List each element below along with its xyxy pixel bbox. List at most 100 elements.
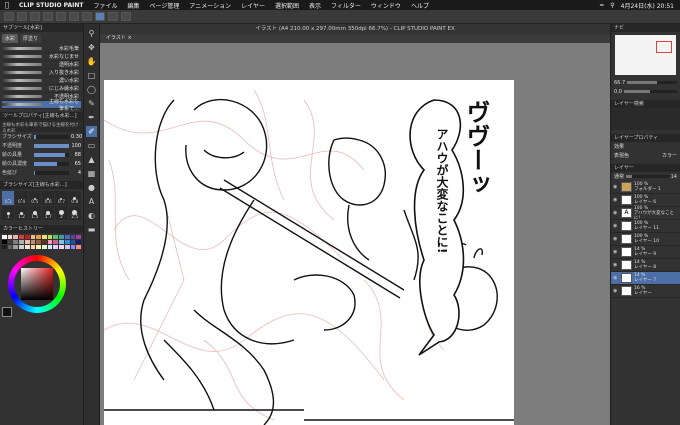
brush-item[interactable]: にじみ縁水彩 bbox=[2, 85, 81, 93]
gradient-icon[interactable]: ▦ bbox=[86, 168, 97, 179]
brush-size-option[interactable]: 0.7 bbox=[55, 191, 68, 205]
apple-icon[interactable]:  bbox=[0, 1, 14, 9]
menu-filter[interactable]: フィルター bbox=[326, 1, 366, 10]
prop-brush-size[interactable]: ブラシサイズ 0.30 bbox=[0, 132, 83, 141]
clock[interactable]: 4月24日(水) 20:51 bbox=[621, 1, 674, 10]
nav-angle-row[interactable]: 0.0 bbox=[611, 87, 680, 96]
move-icon[interactable]: ✥ bbox=[86, 42, 97, 53]
figure-icon[interactable]: ● bbox=[86, 182, 97, 193]
color-swatch[interactable] bbox=[64, 245, 70, 249]
layer-row[interactable]: ◉ A 100 % アハウが大変なことに! bbox=[611, 206, 680, 221]
pen-icon[interactable]: ✒ bbox=[86, 112, 97, 123]
main-color-swatch[interactable] bbox=[2, 307, 12, 317]
color-swatch[interactable] bbox=[36, 240, 41, 244]
brush-item[interactable]: 透明水彩 bbox=[2, 61, 81, 69]
layer-row[interactable]: ◉ 100 % レイヤー 11 bbox=[611, 220, 680, 233]
lasso-icon[interactable]: ◯ bbox=[86, 84, 97, 95]
brush-size-option[interactable]: 0.5 bbox=[28, 191, 41, 205]
menu-page[interactable]: ページ管理 bbox=[145, 1, 185, 10]
undo-button[interactable] bbox=[43, 12, 53, 21]
layer-search-box[interactable] bbox=[611, 108, 680, 130]
transform-button[interactable] bbox=[82, 12, 92, 21]
ruler-icon[interactable]: ▬ bbox=[86, 224, 97, 235]
brush-size-option[interactable]: 0.4 bbox=[15, 191, 28, 205]
save-button[interactable] bbox=[30, 12, 40, 21]
color-swatch[interactable] bbox=[47, 245, 53, 249]
brush-item[interactable]: 水彩毛筆 bbox=[2, 45, 81, 53]
color-swatch[interactable] bbox=[30, 245, 36, 249]
brush-item-selected[interactable]: 主線も水彩も筆系で… bbox=[2, 99, 81, 112]
color-swatch[interactable] bbox=[76, 240, 81, 244]
color-swatch[interactable] bbox=[47, 240, 53, 244]
color-swatch[interactable] bbox=[24, 240, 30, 244]
color-swatch[interactable] bbox=[36, 245, 41, 249]
color-swatch[interactable] bbox=[30, 240, 36, 244]
menu-window[interactable]: ウィンドウ bbox=[366, 1, 406, 10]
subtab-watercolor[interactable]: 水彩 bbox=[2, 34, 19, 43]
color-swatch[interactable] bbox=[53, 235, 59, 239]
text-icon[interactable]: A bbox=[86, 196, 97, 207]
color-swatch[interactable] bbox=[30, 235, 36, 239]
canvas-tab[interactable]: イラスト × bbox=[100, 34, 610, 43]
color-swatch[interactable] bbox=[53, 240, 59, 244]
nav-zoom-row[interactable]: 66.7 bbox=[611, 78, 680, 87]
color-swatch[interactable] bbox=[53, 245, 59, 249]
color-swatch[interactable] bbox=[59, 245, 64, 249]
redo-button[interactable] bbox=[56, 12, 66, 21]
brush-size-option[interactable]: 1.7 bbox=[41, 206, 55, 220]
saturation-value-square[interactable] bbox=[21, 268, 53, 300]
color-swatch[interactable] bbox=[76, 235, 81, 239]
color-swatch[interactable] bbox=[59, 240, 64, 244]
hand-icon[interactable]: ✋ bbox=[86, 56, 97, 67]
color-swatch[interactable] bbox=[2, 240, 7, 244]
layer-row[interactable]: ◉ 14 % レイヤー 8 bbox=[611, 259, 680, 272]
color-swatch[interactable] bbox=[64, 235, 70, 239]
menu-file[interactable]: ファイル bbox=[88, 1, 122, 10]
color-swatch[interactable] bbox=[2, 245, 7, 249]
brush-size-option[interactable]: 0.3 bbox=[2, 191, 15, 205]
canvas-paper[interactable]: アハウが大変なことに! ヴヴーッ bbox=[104, 80, 514, 425]
color-swatch[interactable] bbox=[24, 245, 30, 249]
wifi-icon[interactable]: ≈ bbox=[599, 2, 604, 9]
open-button[interactable] bbox=[17, 12, 27, 21]
color-swatch[interactable] bbox=[47, 235, 53, 239]
brush-icon[interactable]: ✐ bbox=[86, 126, 97, 137]
layer-row[interactable]: ◉ 16 % レイヤー bbox=[611, 285, 680, 298]
color-swatch[interactable] bbox=[13, 240, 19, 244]
eyedropper-icon[interactable]: ✎ bbox=[86, 98, 97, 109]
color-swatch[interactable] bbox=[2, 235, 7, 239]
clear-button[interactable] bbox=[69, 12, 79, 21]
prop-color-stretch[interactable]: 色延び 4 bbox=[0, 168, 83, 177]
color-swatch[interactable] bbox=[42, 240, 47, 244]
select-icon[interactable]: □ bbox=[86, 70, 97, 81]
brush-size-option[interactable]: 1.5 bbox=[28, 206, 41, 220]
color-swatch[interactable] bbox=[7, 245, 13, 249]
color-swatch[interactable] bbox=[70, 245, 76, 249]
prop-opacity[interactable]: 不透明度 100 bbox=[0, 141, 83, 150]
prop-paint-density[interactable]: 絵の具濃度 65 bbox=[0, 159, 83, 168]
brush-size-option[interactable]: 1 bbox=[2, 206, 15, 220]
fill-icon[interactable]: ▲ bbox=[86, 154, 97, 165]
menu-selection[interactable]: 選択範囲 bbox=[270, 1, 304, 10]
brush-size-option[interactable]: 1.2 bbox=[15, 206, 28, 220]
snap-grid-button[interactable] bbox=[108, 12, 118, 21]
color-swatch[interactable] bbox=[36, 235, 41, 239]
color-swatch[interactable] bbox=[7, 240, 13, 244]
navigator-thumbnail[interactable] bbox=[615, 35, 676, 75]
brush-item[interactable]: 濃い水彩 bbox=[2, 77, 81, 85]
color-swatch[interactable] bbox=[7, 235, 13, 239]
color-swatch[interactable] bbox=[19, 235, 24, 239]
menu-animation[interactable]: アニメーション bbox=[184, 1, 236, 10]
menu-help[interactable]: ヘルプ bbox=[406, 1, 434, 10]
app-menu[interactable]: CLIP STUDIO PAINT bbox=[14, 2, 88, 9]
color-swatch[interactable] bbox=[70, 240, 76, 244]
magnifier-icon[interactable]: ⚲ bbox=[86, 28, 97, 39]
prop-paint-amount[interactable]: 絵の具量 88 bbox=[0, 150, 83, 159]
color-swatch[interactable] bbox=[42, 245, 47, 249]
brush-size-option[interactable]: 0.8 bbox=[68, 191, 81, 205]
color-swatch[interactable] bbox=[24, 235, 30, 239]
menu-view[interactable]: 表示 bbox=[304, 1, 326, 10]
color-swatch[interactable] bbox=[42, 235, 47, 239]
eraser-icon[interactable]: ▭ bbox=[86, 140, 97, 151]
balloon-icon[interactable]: ◐ bbox=[86, 210, 97, 221]
